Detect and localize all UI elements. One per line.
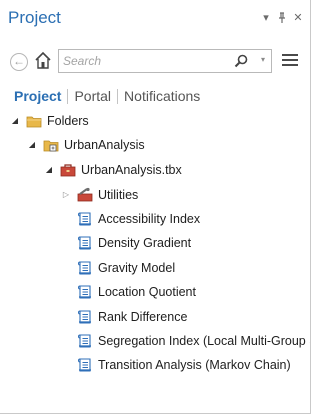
pin-icon[interactable] xyxy=(277,11,287,25)
tree-item-label: Accessibility Index xyxy=(98,212,201,226)
script-tool-icon xyxy=(77,211,93,227)
script-tool-icon xyxy=(77,357,93,373)
tree-item-label: Rank Difference xyxy=(98,310,188,324)
expand-arrow-icon[interactable]: ◢ xyxy=(27,140,37,150)
tree-item-label: Gravity Model xyxy=(98,261,176,275)
tree-item-label: Utilities xyxy=(98,188,139,202)
back-arrow-icon[interactable]: ← xyxy=(10,53,28,71)
expand-arrow-icon[interactable]: ◢ xyxy=(10,116,20,126)
tab-project[interactable]: Project xyxy=(14,88,67,104)
expand-arrow-icon[interactable]: ◢ xyxy=(44,165,54,175)
pane-toolbar: ← ▾ xyxy=(0,46,310,76)
script-tool-icon xyxy=(77,235,93,251)
tree-item-utilities[interactable]: ▷ Utilities xyxy=(61,184,138,206)
tree-item-tool[interactable]: Accessibility Index xyxy=(77,208,200,230)
script-tool-icon xyxy=(77,309,93,325)
script-tool-icon xyxy=(77,333,93,349)
folder-connection-icon xyxy=(43,137,59,153)
tree-item-tool[interactable]: Transition Analysis (Markov Chain) xyxy=(77,354,291,376)
pane-titlebar: Project ▾ ✕ xyxy=(0,0,310,38)
tree-item-label: UrbanAnalysis.tbx xyxy=(81,163,182,177)
pane-options-dropdown-icon[interactable]: ▾ xyxy=(261,11,271,25)
pane-title: Project xyxy=(8,8,61,27)
script-tool-icon xyxy=(77,260,93,276)
tree-item-tool[interactable]: Location Quotient xyxy=(77,281,196,303)
search-input[interactable] xyxy=(63,52,233,70)
tree-item-tool[interactable]: Density Gradient xyxy=(77,232,191,254)
tree-item-label: Folders xyxy=(47,114,89,128)
search-options-dropdown-icon[interactable]: ▾ xyxy=(261,55,265,64)
project-pane: Project ▾ ✕ ← ▾ xyxy=(0,0,311,414)
hamburger-menu-icon[interactable] xyxy=(282,54,298,68)
tree-item-label: Segregation Index (Local Multi-Group Spa… xyxy=(98,334,310,348)
titlebar-controls: ▾ ✕ xyxy=(261,11,303,25)
folder-icon xyxy=(26,113,42,129)
toolbox-icon xyxy=(60,162,76,178)
tab-notifications[interactable]: Notifications xyxy=(118,88,206,104)
tree-item-urbananalysis-folder[interactable]: ◢ UrbanAnalysis xyxy=(27,134,145,156)
magnifier-icon[interactable] xyxy=(233,53,249,69)
collapse-arrow-icon[interactable]: ▷ xyxy=(61,190,71,200)
tree-item-tool[interactable]: Segregation Index (Local Multi-Group Spa… xyxy=(77,330,310,352)
tree-item-label: Location Quotient xyxy=(98,285,196,299)
tree-item-tool[interactable]: Gravity Model xyxy=(77,257,175,279)
close-icon[interactable]: ✕ xyxy=(293,11,303,25)
tree-item-label: Transition Analysis (Markov Chain) xyxy=(98,358,291,372)
tab-portal[interactable]: Portal xyxy=(68,88,117,104)
home-icon[interactable] xyxy=(34,51,52,71)
tree-item-folders[interactable]: ◢ Folders xyxy=(10,110,89,132)
script-tool-icon xyxy=(77,284,93,300)
search-field: ▾ xyxy=(58,49,272,73)
tree-item-toolbox[interactable]: ◢ UrbanAnalysis.tbx xyxy=(44,159,182,181)
pane-tabs: Project Portal Notifications xyxy=(14,87,206,105)
tree-item-label: UrbanAnalysis xyxy=(64,138,145,152)
tree-item-label: Density Gradient xyxy=(98,236,192,250)
toolset-icon xyxy=(77,187,93,203)
tree-item-tool[interactable]: Rank Difference xyxy=(77,306,187,328)
